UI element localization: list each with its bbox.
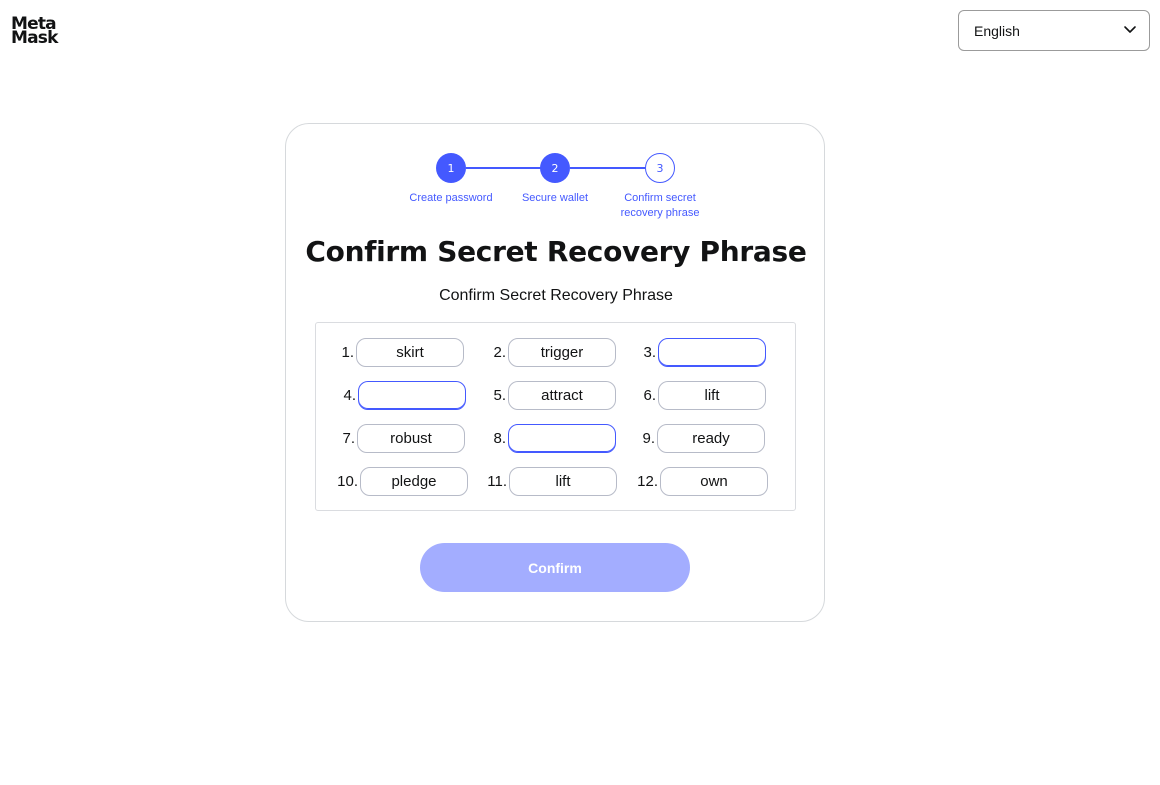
phrase-word-10: 10.: [336, 466, 468, 496]
step-connector-1: [466, 167, 541, 169]
word-number: 7.: [342, 429, 355, 447]
word-field[interactable]: [657, 423, 765, 453]
word-number: 4.: [343, 386, 356, 404]
word-number: 12.: [637, 472, 658, 490]
word-number: 11.: [487, 472, 507, 490]
confirm-phrase-card: 1 2 3 Create password Secure wallet Conf…: [285, 123, 825, 622]
phrase-word-5: 5.: [484, 380, 616, 410]
step-2-circle: 2: [540, 153, 570, 183]
page-subtitle: Confirm Secret Recovery Phrase: [439, 287, 673, 304]
logo-text-line2: Mask: [11, 28, 58, 48]
word-number: 10.: [337, 472, 358, 490]
step-3-circle: 3: [645, 153, 675, 183]
phrase-word-4: 4.: [334, 380, 466, 410]
page-title: Confirm Secret Recovery Phrase: [305, 235, 807, 268]
word-field[interactable]: [509, 466, 617, 496]
confirm-button[interactable]: Confirm: [420, 543, 690, 592]
word-number: 5.: [493, 386, 506, 404]
step-3-label: Confirm secret recovery phrase: [620, 192, 700, 219]
phrase-word-2: 2.: [484, 337, 616, 367]
phrase-word-9: 9.: [633, 423, 765, 453]
step-2-label: Secure wallet: [521, 192, 589, 204]
word-number: 8.: [493, 429, 506, 447]
language-select-value: English: [974, 22, 1020, 39]
word-number: 1.: [341, 343, 354, 361]
word-number: 9.: [642, 429, 655, 447]
phrase-word-3: 3.: [634, 337, 766, 367]
word-input-blank[interactable]: [658, 337, 766, 367]
word-field[interactable]: [508, 380, 616, 410]
recovery-phrase-grid: 1. 2. 3. 4. 5. 6. 7. 8.: [315, 322, 796, 511]
step-connector-2: [570, 167, 645, 169]
progress-stepper: 1 2 3 Create password Secure wallet Conf…: [286, 124, 826, 234]
word-field[interactable]: [658, 380, 766, 410]
chevron-down-icon: [1123, 22, 1137, 39]
word-field[interactable]: [508, 337, 616, 367]
word-field[interactable]: [660, 466, 768, 496]
phrase-word-6: 6.: [634, 380, 766, 410]
word-field[interactable]: [357, 423, 465, 453]
phrase-word-1: 1.: [332, 337, 464, 367]
word-input-blank[interactable]: [508, 423, 616, 453]
word-field[interactable]: [356, 337, 464, 367]
word-number: 2.: [493, 343, 506, 361]
metamask-logo: Meta Mask: [11, 16, 58, 48]
step-1-circle: 1: [436, 153, 466, 183]
word-number: 6.: [643, 386, 656, 404]
step-1-label: Create password: [409, 192, 493, 204]
phrase-word-8: 8.: [484, 423, 616, 453]
language-select[interactable]: English: [958, 10, 1150, 51]
word-input-blank[interactable]: [358, 380, 466, 410]
word-field[interactable]: [360, 466, 468, 496]
word-number: 3.: [643, 343, 656, 361]
phrase-word-12: 12.: [636, 466, 768, 496]
phrase-word-11: 11.: [485, 466, 617, 496]
phrase-word-7: 7.: [333, 423, 465, 453]
